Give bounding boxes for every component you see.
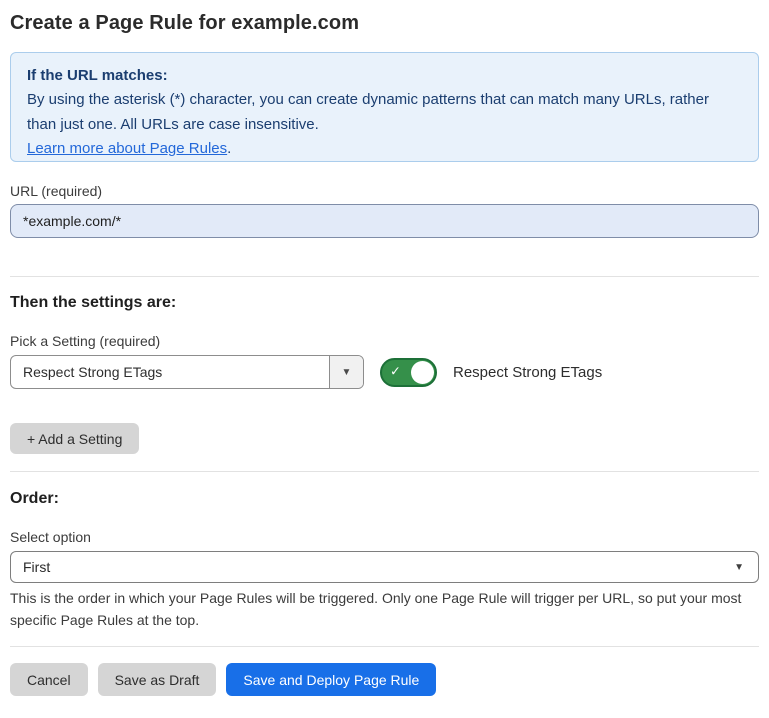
create-page-rule-form: Create a Page Rule for example.com If th… bbox=[0, 0, 769, 696]
footer-actions: Cancel Save as Draft Save and Deploy Pag… bbox=[10, 663, 759, 696]
section-divider bbox=[10, 276, 759, 277]
pick-setting-label: Pick a Setting (required) bbox=[10, 333, 759, 349]
url-matches-info-box: If the URL matches: By using the asteris… bbox=[10, 52, 759, 162]
setting-select-value: Respect Strong ETags bbox=[11, 364, 162, 380]
etags-toggle[interactable]: ✓ bbox=[380, 358, 437, 387]
section-divider bbox=[10, 471, 759, 472]
learn-more-link[interactable]: Learn more about Page Rules bbox=[27, 140, 227, 157]
setting-row: Respect Strong ETags ▼ ✓ Respect Strong … bbox=[10, 355, 759, 389]
link-suffix: . bbox=[227, 140, 231, 157]
check-icon: ✓ bbox=[390, 364, 401, 380]
info-box-body: By using the asterisk (*) character, you… bbox=[27, 88, 742, 137]
url-field-label: URL (required) bbox=[10, 183, 759, 199]
info-box-heading: If the URL matches: bbox=[27, 64, 742, 88]
order-help-text: This is the order in which your Page Rul… bbox=[10, 588, 755, 631]
chevron-down-icon: ▼ bbox=[329, 356, 363, 388]
save-draft-button[interactable]: Save as Draft bbox=[98, 663, 217, 696]
order-section-heading: Order: bbox=[10, 490, 759, 508]
order-select-label: Select option bbox=[10, 529, 759, 545]
setting-select[interactable]: Respect Strong ETags ▼ bbox=[10, 355, 364, 389]
etags-toggle-label: Respect Strong ETags bbox=[453, 364, 602, 381]
save-deploy-button[interactable]: Save and Deploy Page Rule bbox=[226, 663, 436, 696]
cancel-button[interactable]: Cancel bbox=[10, 663, 88, 696]
toggle-knob bbox=[411, 361, 434, 384]
add-setting-button[interactable]: + Add a Setting bbox=[10, 423, 139, 454]
settings-section-heading: Then the settings are: bbox=[10, 294, 759, 312]
order-select[interactable]: First ▼ bbox=[10, 551, 759, 583]
chevron-down-icon: ▼ bbox=[734, 562, 744, 573]
info-box-link-line: Learn more about Page Rules. bbox=[27, 137, 742, 161]
page-title: Create a Page Rule for example.com bbox=[10, 12, 759, 35]
order-select-value: First bbox=[23, 559, 50, 575]
url-input[interactable] bbox=[10, 204, 759, 238]
footer-divider bbox=[10, 646, 759, 647]
